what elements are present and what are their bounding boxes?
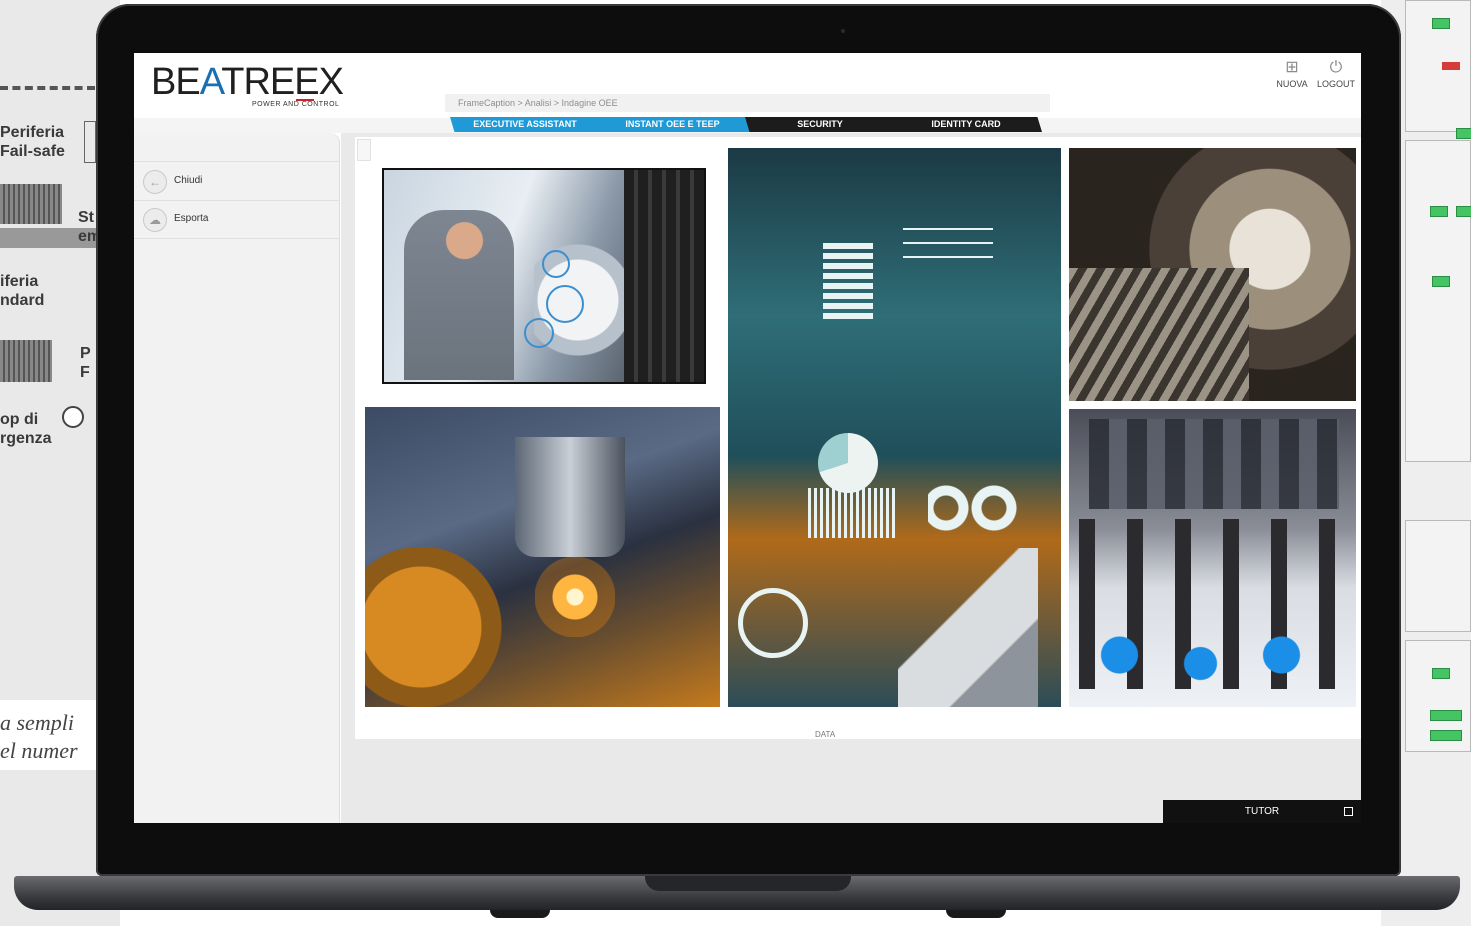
background-label-emergency: op di rgenza (0, 411, 52, 447)
background-indicator-7 (1430, 710, 1462, 721)
worker-figure (404, 210, 514, 380)
sidebar-item-esporta[interactable]: ☁ Esporta (134, 200, 339, 239)
tutor-label: TUTOR (1244, 806, 1280, 817)
chart-overlay-icon (546, 285, 584, 323)
background-caption-line-2: el numer (0, 738, 78, 763)
dashboard-bars (823, 243, 873, 323)
camera-dot (841, 29, 845, 33)
sidebar-item-label: Esporta (174, 213, 209, 224)
tab-security[interactable]: SECURITY (745, 117, 895, 132)
trade-fair-tools-image (1069, 409, 1356, 707)
background-indicator-6 (1432, 668, 1450, 679)
new-button[interactable]: ⊞ NUOVA (1271, 57, 1313, 89)
dashboard-pie (818, 433, 878, 493)
chart-card: · DATA (355, 137, 1361, 739)
industry-dashboard-image (728, 148, 1061, 707)
background-dashes (0, 86, 95, 94)
background-panel-right-3 (1405, 520, 1471, 632)
top-actions: ⊞ NUOVA ⏻ LOGOUT (1271, 57, 1361, 97)
gear-teeth (1069, 268, 1249, 401)
sidebar-item-chiudi[interactable]: ← Chiudi (134, 161, 339, 201)
background-indicator-5 (1432, 276, 1450, 287)
dashboard-gauge (738, 588, 808, 658)
new-button-label: NUOVA (1276, 79, 1308, 89)
dashboard-rings (928, 483, 1048, 533)
background-indicator-4 (1456, 206, 1471, 217)
sidebar-item-label: Chiudi (174, 175, 203, 186)
visitors (1089, 419, 1339, 509)
background-module-2 (0, 340, 52, 382)
background-caption-line-1: a sempli (0, 710, 74, 735)
logout-button-label: LOGOUT (1316, 79, 1355, 89)
brand-name-part1: BE (151, 61, 201, 103)
background-label-standard: iferia ndard (0, 273, 45, 309)
tab-instant-oee-teep[interactable]: INSTANT OEE E TEEP (595, 117, 750, 132)
background-checkbox (84, 121, 96, 163)
background-emergency-button (62, 406, 84, 428)
laptop-foot-right (946, 910, 1006, 918)
background-indicator-8 (1430, 730, 1462, 741)
background-panel-right-2 (1405, 140, 1471, 462)
breadcrumb: FrameCaption > Analisi > Indagine OEE (445, 94, 1050, 112)
background-module-1 (0, 184, 62, 224)
cloud-upload-icon: ☁ (143, 208, 167, 232)
background-label-pf: P F (80, 345, 91, 381)
background-indicator-2 (1456, 128, 1471, 139)
maximize-icon[interactable] (1344, 807, 1353, 816)
dashboard-histogram (808, 488, 898, 538)
cut-material (365, 547, 505, 707)
x-axis-label: DATA (815, 730, 836, 739)
sidebar: ← Chiudi ☁ Esporta (134, 133, 340, 823)
tab-executive-assistant[interactable]: EXECUTIVE ASSISTANT (450, 117, 600, 132)
breadcrumb-text: FrameCaption > Analisi > Indagine OEE (458, 98, 618, 108)
laser-head (515, 437, 625, 557)
logout-button[interactable]: ⏻ LOGOUT (1315, 57, 1357, 89)
laptop-foot-left (490, 910, 550, 918)
worker-tablet-image (382, 168, 706, 384)
sparks (535, 557, 615, 637)
brand-logo[interactable]: BEATREEX (151, 61, 344, 104)
brand-name-a: A (199, 61, 223, 103)
laptop-notch (645, 876, 851, 891)
axis-tick: · (365, 713, 367, 719)
new-document-icon: ⊞ (1285, 59, 1299, 76)
back-arrow-icon: ← (143, 170, 167, 194)
wrench-overlay-icon (524, 318, 554, 348)
tutor-panel[interactable]: TUTOR (1163, 800, 1361, 823)
app-screen: BEATREEX POWER AND CONTROL FrameCaption … (134, 53, 1361, 823)
tool-holders (1079, 519, 1349, 689)
tab-identity-card[interactable]: IDENTITY CARD (890, 117, 1042, 132)
control-cabinet (624, 170, 704, 382)
app-header: BEATREEX POWER AND CONTROL FrameCaption … (134, 53, 1361, 118)
background-alarm (1442, 62, 1460, 70)
card-handle[interactable] (357, 139, 371, 161)
background-indicator-1 (1432, 18, 1450, 29)
background-indicator-3 (1430, 206, 1448, 217)
main-content: · DATA TUTOR (341, 133, 1361, 823)
brand-tagline: POWER AND CONTROL (252, 101, 340, 108)
robot-arm (898, 548, 1038, 707)
settings-overlay-icon (542, 250, 570, 278)
dashboard-sliders (903, 228, 993, 268)
background-label-failsafe: Periferia Fail-safe (0, 124, 65, 160)
brand-name-part2: TREEX (221, 61, 344, 103)
cnc-laser-cutting-image (365, 407, 720, 707)
gears-closeup-image (1069, 148, 1356, 401)
power-icon: ⏻ (1329, 59, 1343, 76)
